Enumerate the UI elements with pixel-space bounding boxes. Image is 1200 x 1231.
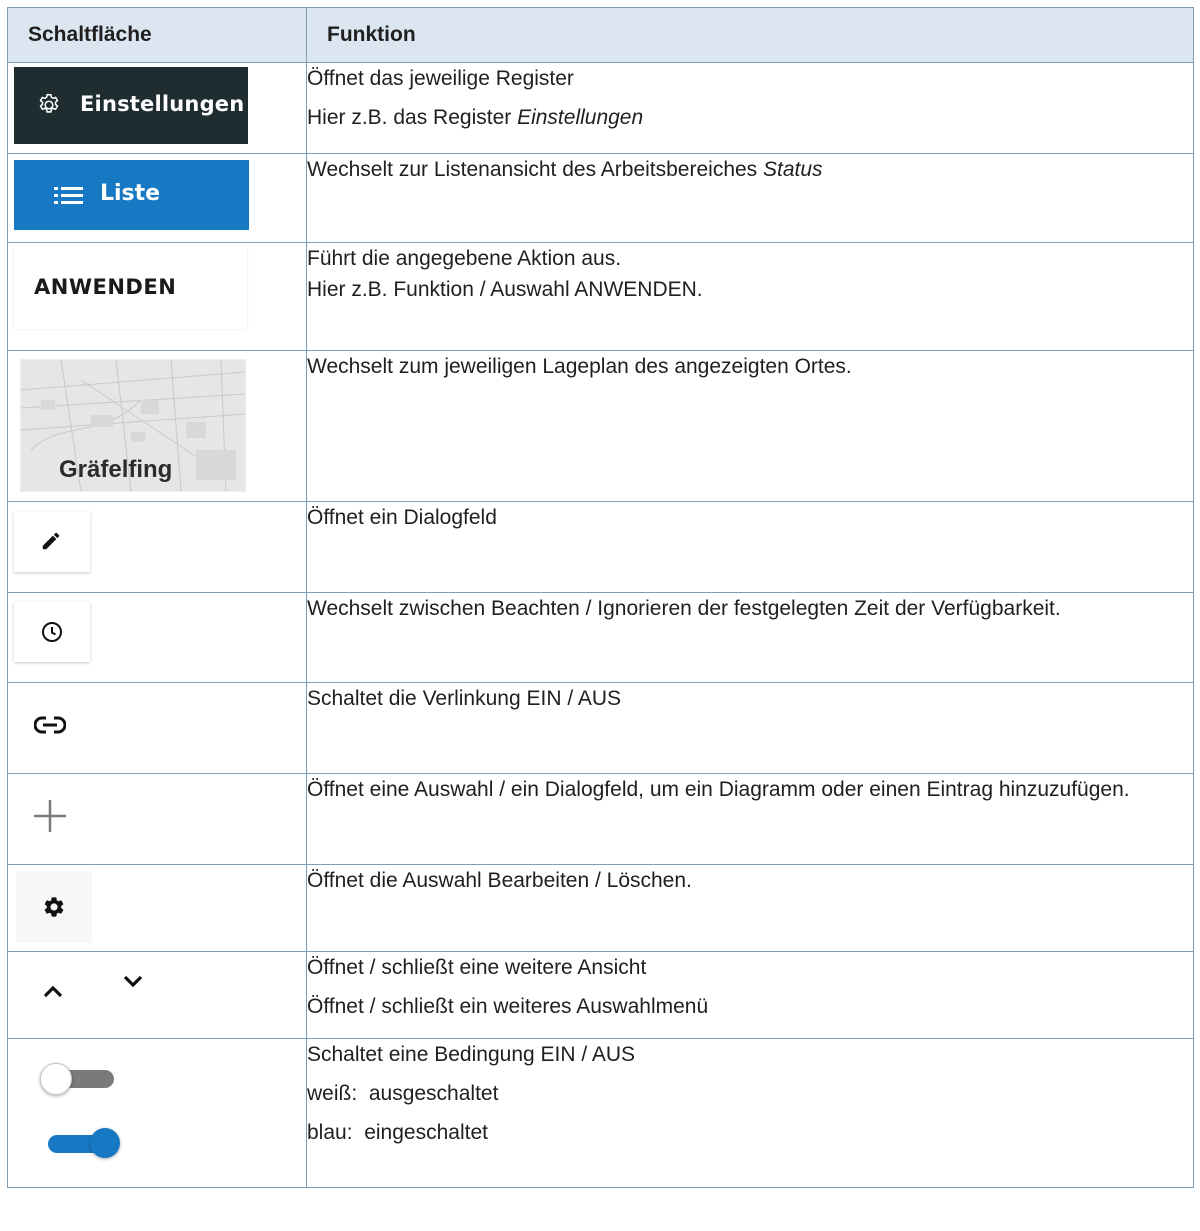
function-text: Öffnet / schließt eine weitere Ansicht — [307, 956, 647, 979]
header-button: Schaltfläche — [7, 7, 307, 63]
function-cell: Öffnet das jeweilige Register Hier z.B. … — [306, 62, 1194, 154]
function-text: Schaltet die Verlinkung EIN / AUS — [307, 687, 622, 710]
map-tile-button[interactable]: Gräfelfing — [20, 359, 246, 492]
link-icon[interactable] — [34, 715, 66, 735]
chevron-down-icon[interactable] — [121, 974, 145, 990]
function-cell: Wechselt zwischen Beachten / Ignorieren … — [306, 592, 1194, 683]
function-cell: Öffnet eine Auswahl / ein Dialogfeld, um… — [306, 773, 1194, 865]
function-cell: Schaltet die Verlinkung EIN / AUS — [306, 682, 1194, 774]
function-cell: Wechselt zur Listenansicht des Arbeitsbe… — [306, 153, 1194, 243]
settings-button-label: Einstellungen — [80, 92, 245, 116]
table-row: ANWENDEN Führt die angegebene Aktion aus… — [7, 242, 1194, 351]
button-cell — [7, 1038, 307, 1188]
table-row: Gräfelfing Wechselt zum jeweiligen Lagep… — [7, 350, 1194, 502]
table-row: Öffnet ein Dialogfeld — [7, 501, 1194, 593]
function-cell: Führt die angegebene Aktion aus. Hier z.… — [306, 242, 1194, 351]
header-function: Funktion — [306, 7, 1194, 63]
table-row: Schaltet eine Bedingung EIN / AUS weiß: … — [7, 1038, 1194, 1188]
clock-icon — [42, 622, 62, 642]
function-text: Öffnet eine Auswahl / ein Dialogfeld, um… — [307, 778, 1130, 801]
map-tile-label: Gräfelfing — [59, 456, 173, 483]
button-cell: ANWENDEN — [7, 242, 307, 351]
function-cell: Öffnet ein Dialogfeld — [306, 501, 1194, 593]
button-cell — [7, 592, 307, 683]
settings-menu-button[interactable] — [16, 871, 92, 943]
chevron-up-icon[interactable] — [41, 983, 65, 999]
toggle-knob — [40, 1063, 72, 1095]
button-cell — [7, 773, 307, 865]
function-text: Hier z.B. Funktion / Auswahl ANWENDEN. — [307, 278, 703, 301]
button-cell — [7, 501, 307, 593]
function-text: Führt die angegebene Aktion aus. — [307, 247, 622, 270]
time-toggle-button[interactable] — [14, 602, 90, 662]
function-text: Wechselt zwischen Beachten / Ignorieren … — [307, 597, 1061, 620]
button-cell — [7, 951, 307, 1039]
table-row: Liste Wechselt zur Listenansicht des Arb… — [7, 153, 1194, 243]
function-text: Öffnet das jeweilige Register — [307, 67, 574, 90]
function-cell: Schaltet eine Bedingung EIN / AUS weiß: … — [306, 1038, 1194, 1188]
function-cell: Öffnet / schließt eine weitere Ansicht Ö… — [306, 951, 1194, 1039]
button-cell: Liste — [7, 153, 307, 243]
list-icon — [54, 187, 83, 204]
function-cell: Öffnet die Auswahl Bearbeiten / Löschen. — [306, 864, 1194, 952]
function-text: weiß: ausgeschaltet — [307, 1082, 499, 1105]
function-text: Schaltet eine Bedingung EIN / AUS — [307, 1043, 636, 1066]
pencil-icon — [42, 532, 60, 550]
function-text: Öffnet ein Dialogfeld — [307, 506, 497, 529]
toggle-switch-off[interactable] — [40, 1063, 118, 1095]
table-row: Öffnet eine Auswahl / ein Dialogfeld, um… — [7, 773, 1194, 865]
table-row: Einstellungen Öffnet das jeweilige Regis… — [7, 62, 1194, 154]
list-button[interactable]: Liste — [14, 160, 249, 230]
function-text: Wechselt zum jeweiligen Lageplan des ang… — [307, 355, 852, 378]
function-cell: Wechselt zum jeweiligen Lageplan des ang… — [306, 350, 1194, 502]
plus-icon[interactable] — [32, 798, 68, 834]
button-cell — [7, 682, 307, 774]
table-header-row: Schaltfläche Funktion — [7, 7, 1194, 63]
button-cell: Einstellungen — [7, 62, 307, 154]
table-row: Öffnet die Auswahl Bearbeiten / Löschen. — [7, 864, 1194, 952]
edit-button[interactable] — [14, 512, 90, 572]
table-row: Schaltet die Verlinkung EIN / AUS — [7, 682, 1194, 774]
button-cell — [7, 864, 307, 952]
gear-outline-icon — [39, 93, 59, 113]
function-text: Öffnet / schließt ein weiteres Auswahlme… — [307, 995, 709, 1018]
list-button-label: Liste — [100, 181, 161, 206]
gear-icon — [44, 897, 64, 917]
button-function-table: Schaltfläche Funktion Einstellungen Öffn… — [7, 7, 1194, 1188]
function-text: blau: eingeschaltet — [307, 1121, 488, 1144]
function-text: Öffnet die Auswahl Bearbeiten / Löschen. — [307, 869, 692, 892]
toggle-switch-on[interactable] — [40, 1128, 120, 1158]
table-row: Wechselt zwischen Beachten / Ignorieren … — [7, 592, 1194, 683]
apply-button[interactable]: ANWENDEN — [14, 247, 247, 329]
table-row: Öffnet / schließt eine weitere Ansicht Ö… — [7, 951, 1194, 1039]
button-cell: Gräfelfing — [7, 350, 307, 502]
function-text: Hier z.B. das Register Einstellungen — [307, 106, 644, 129]
function-text: Wechselt zur Listenansicht des Arbeitsbe… — [307, 158, 823, 181]
toggle-knob — [90, 1128, 120, 1158]
settings-button[interactable]: Einstellungen — [14, 67, 248, 144]
apply-button-label: ANWENDEN — [34, 275, 177, 299]
